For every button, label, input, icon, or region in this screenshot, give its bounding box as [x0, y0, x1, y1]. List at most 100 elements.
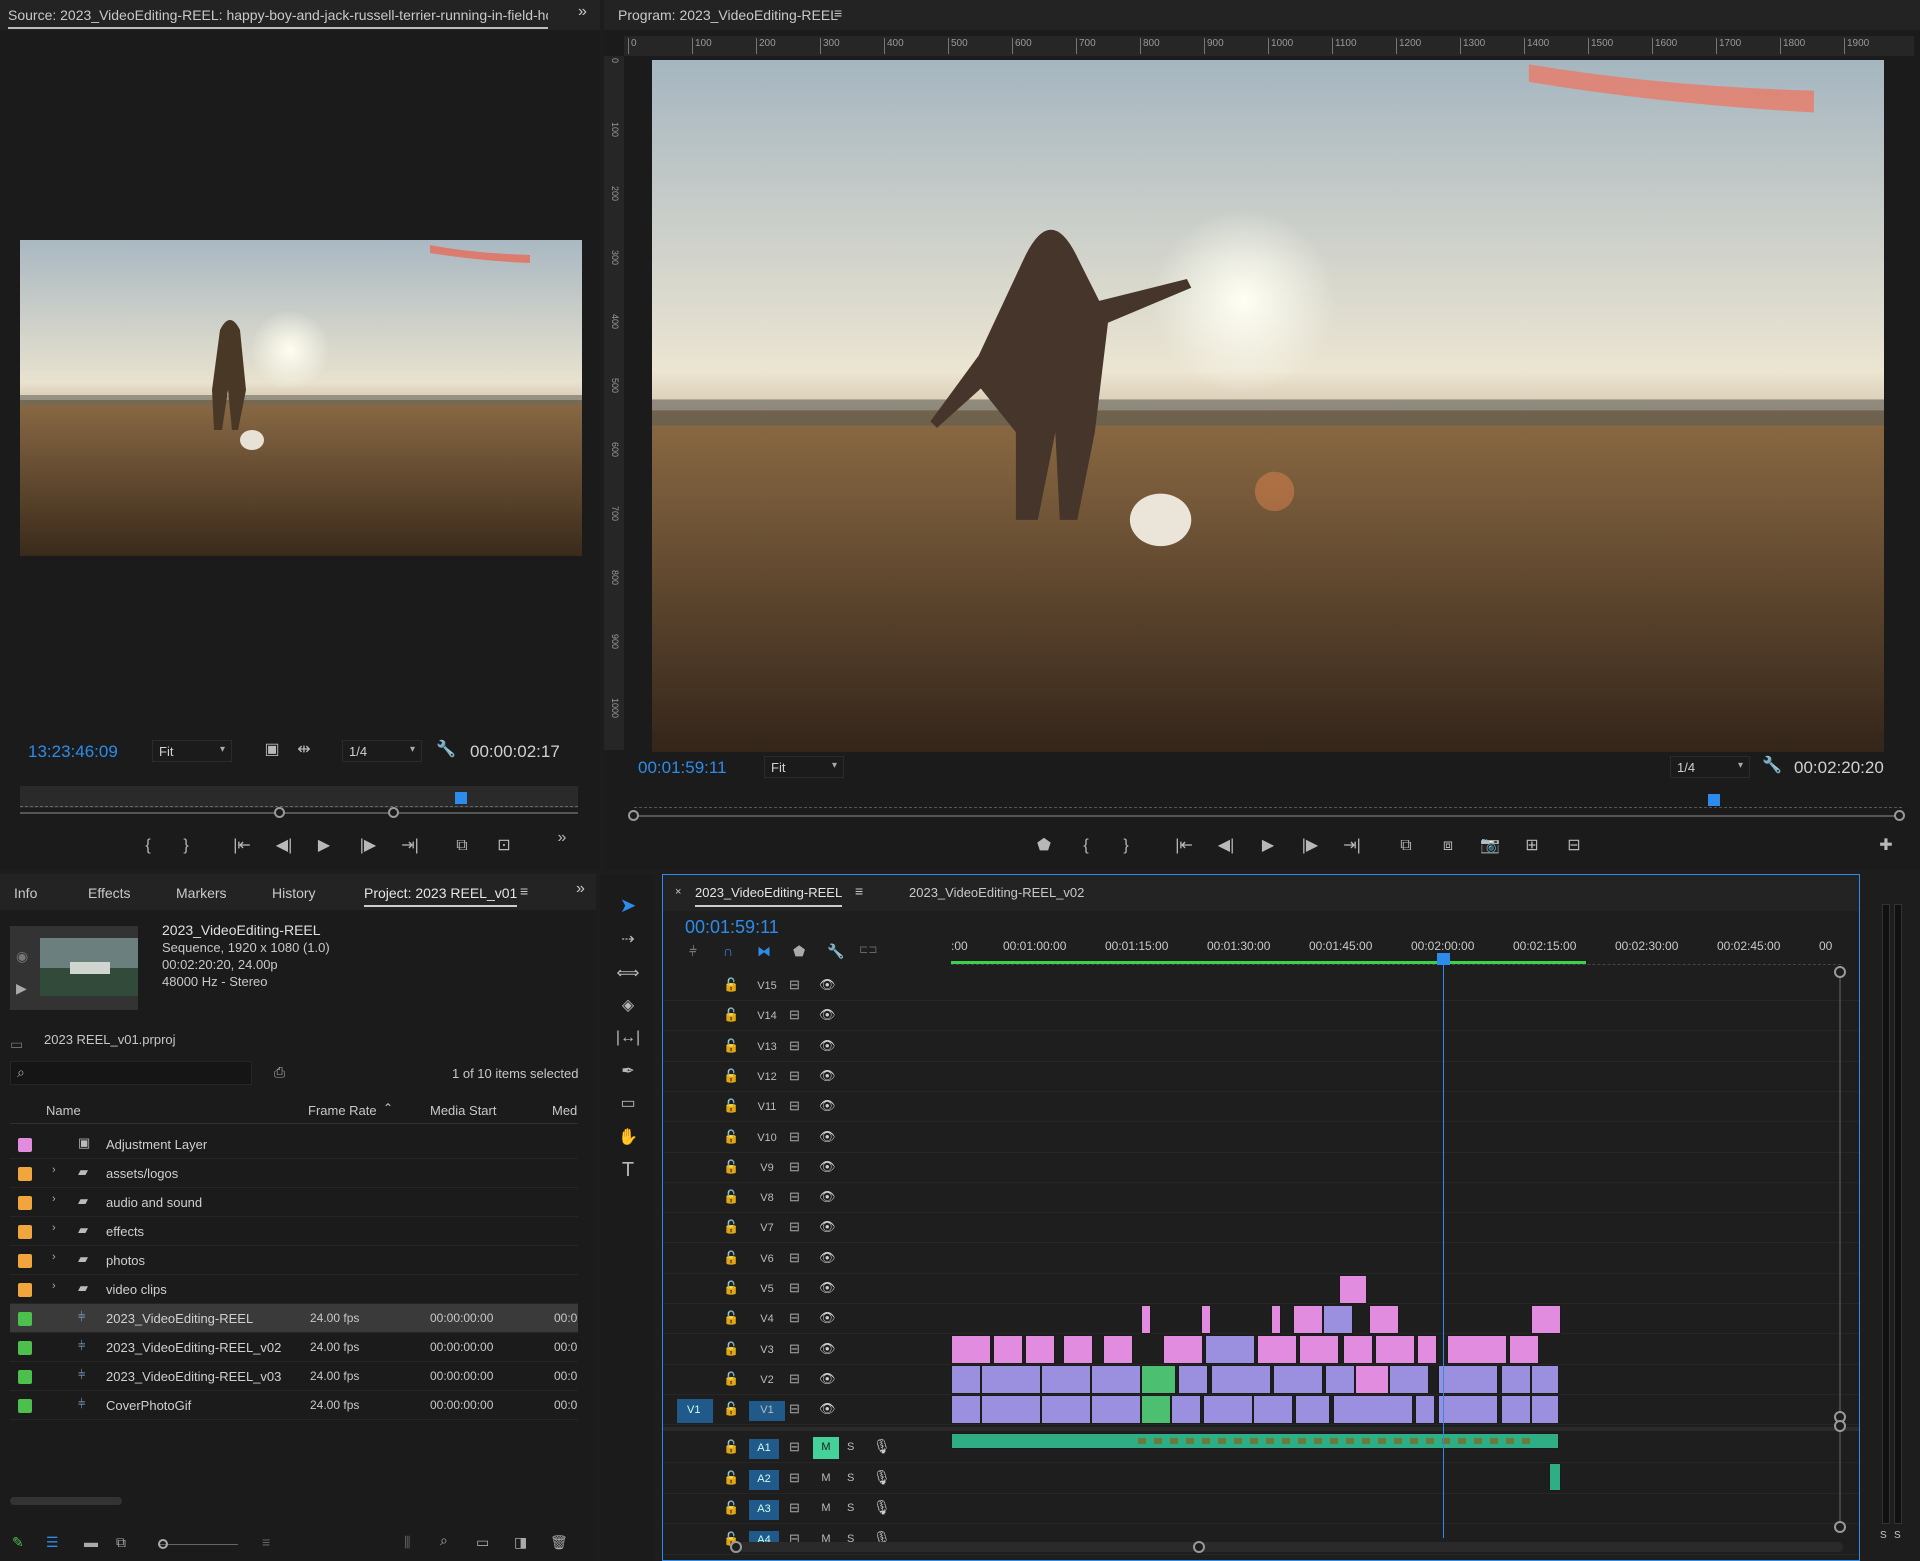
timeline-clip[interactable]: [1295, 1395, 1330, 1424]
track-label[interactable]: V7: [749, 1219, 785, 1239]
track-label[interactable]: V14: [749, 1007, 785, 1027]
timeline-clip[interactable]: [1141, 1305, 1151, 1334]
sync-lock-icon[interactable]: ⊟: [789, 1007, 800, 1023]
timeline-clip[interactable]: [1063, 1335, 1093, 1364]
go-to-out-icon[interactable]: ⇥|: [1338, 834, 1366, 858]
sync-lock-icon[interactable]: ⊟: [789, 1341, 800, 1357]
track-label[interactable]: V4: [749, 1310, 785, 1330]
source-timecode[interactable]: 13:23:46:09: [28, 742, 118, 762]
scroll-handle[interactable]: [1834, 1420, 1846, 1432]
horizontal-scrollbar[interactable]: [10, 1497, 122, 1505]
lock-icon[interactable]: 🔓: [723, 1470, 739, 1486]
lock-icon[interactable]: 🔓: [723, 1068, 739, 1084]
timeline-clip[interactable]: [1211, 1365, 1271, 1394]
scroll-handle-right[interactable]: [1193, 1541, 1205, 1553]
timeline-clip[interactable]: [1293, 1305, 1323, 1334]
timeline-clip[interactable]: [981, 1365, 1041, 1394]
track-label[interactable]: V11: [749, 1098, 785, 1118]
col-media-end[interactable]: Med: [552, 1103, 577, 1118]
type-tool-icon[interactable]: T: [614, 1158, 642, 1182]
lock-icon[interactable]: 🔓: [723, 1341, 739, 1357]
chevron-right-icon[interactable]: ›: [52, 1280, 56, 1292]
scroll-handle-left[interactable]: [730, 1541, 742, 1553]
timeline-clip[interactable]: [1091, 1365, 1141, 1394]
pencil-icon[interactable]: ✎: [12, 1534, 24, 1551]
lift-icon[interactable]: ⧉: [1392, 834, 1420, 858]
label-color-swatch[interactable]: [18, 1196, 32, 1210]
list-item[interactable]: › ▰ effects: [10, 1217, 578, 1246]
hand-tool-icon[interactable]: ✋: [614, 1126, 642, 1150]
lock-icon[interactable]: 🔓: [723, 977, 739, 993]
timeline-clip[interactable]: [1369, 1305, 1399, 1334]
microphone-icon[interactable]: 🎙: [873, 1438, 891, 1455]
timeline-clip[interactable]: [993, 1335, 1023, 1364]
timeline-clip[interactable]: [1415, 1395, 1435, 1424]
timeline-timecode[interactable]: 00:01:59:11: [685, 917, 779, 938]
program-timecode[interactable]: 00:01:59:11: [638, 758, 727, 778]
track-label[interactable]: V13: [749, 1038, 785, 1058]
program-title[interactable]: Program: 2023_VideoEditing-REEL: [618, 7, 838, 23]
timeline-clip[interactable]: [1205, 1335, 1255, 1364]
mute-button[interactable]: M: [813, 1498, 839, 1520]
list-item[interactable]: ▣ Adjustment Layer: [10, 1130, 578, 1159]
timeline-clip[interactable]: [1271, 1305, 1281, 1334]
track-label[interactable]: V15: [749, 977, 785, 997]
label-color-swatch[interactable]: [18, 1399, 32, 1413]
program-zoom-bar[interactable]: [628, 810, 1905, 821]
timeline-clip[interactable]: [1389, 1365, 1429, 1394]
label-color-swatch[interactable]: [18, 1341, 32, 1355]
label-color-swatch[interactable]: [18, 1167, 32, 1181]
sync-lock-icon[interactable]: ⊟: [789, 1401, 800, 1417]
timeline-clip[interactable]: [1339, 1275, 1367, 1304]
trash-icon[interactable]: 🗑: [550, 1534, 568, 1551]
sync-lock-icon[interactable]: ⊟: [789, 1371, 800, 1387]
lock-icon[interactable]: 🔓: [723, 1007, 739, 1023]
timeline-clip[interactable]: [1355, 1365, 1389, 1394]
list-view-icon[interactable]: ☰: [46, 1534, 59, 1551]
source-scrub-bar[interactable]: [20, 786, 578, 808]
program-resolution-dropdown[interactable]: 1/4 ▾: [1670, 756, 1750, 778]
timeline-clip[interactable]: [1531, 1395, 1559, 1424]
timeline-clip[interactable]: [1041, 1365, 1091, 1394]
mark-out-icon[interactable]: }: [172, 834, 200, 858]
export-frame-icon[interactable]: 📷: [1476, 834, 1504, 858]
source-patch-v1[interactable]: V1: [677, 1399, 713, 1424]
mute-button[interactable]: M: [813, 1468, 839, 1490]
freeform-view-icon[interactable]: ⧉: [116, 1534, 126, 1551]
lock-icon[interactable]: 🔓: [723, 1038, 739, 1054]
sync-lock-icon[interactable]: ⊟: [789, 1470, 800, 1486]
razor-tool-icon[interactable]: ◈: [614, 994, 642, 1018]
source-title[interactable]: Source: 2023_VideoEditing-REEL: happy-bo…: [8, 7, 548, 29]
go-to-out-icon[interactable]: ⇥|: [396, 834, 424, 858]
solo-button[interactable]: S: [847, 1441, 854, 1453]
tab-sequence-v02[interactable]: 2023_VideoEditing-REEL_v02: [909, 885, 1084, 900]
lock-icon[interactable]: 🔓: [723, 1280, 739, 1296]
extract-icon[interactable]: ⧈: [1434, 834, 1462, 858]
timeline-clip[interactable]: [1141, 1365, 1176, 1394]
track-label[interactable]: V3: [749, 1341, 785, 1361]
pen-tool-icon[interactable]: ✒: [614, 1060, 642, 1084]
vr-view-icon[interactable]: ⊟: [1560, 834, 1588, 858]
eye-icon[interactable]: 👁: [819, 1371, 836, 1387]
tab-history[interactable]: History: [272, 885, 316, 901]
timeline-clip[interactable]: [1025, 1335, 1055, 1364]
step-forward-icon[interactable]: |▶: [354, 834, 382, 858]
timeline-clip[interactable]: [1171, 1395, 1201, 1424]
insert-icon[interactable]: ⧉: [448, 834, 476, 858]
close-tab-icon[interactable]: ×: [675, 886, 681, 898]
panel-menu-icon[interactable]: ≡: [855, 883, 863, 899]
lock-icon[interactable]: 🔓: [723, 1401, 739, 1417]
sync-lock-icon[interactable]: ⊟: [789, 1500, 800, 1516]
sequence-thumbnail[interactable]: ◉ ▶: [10, 926, 138, 1010]
chevron-right-icon[interactable]: ›: [52, 1251, 56, 1263]
eye-icon[interactable]: 👁: [819, 1219, 836, 1235]
sync-lock-icon[interactable]: ⊟: [789, 1219, 800, 1235]
timeline-clip[interactable]: [1203, 1395, 1253, 1424]
vertical-scrollbar-video[interactable]: [1834, 966, 1846, 1423]
tab-markers[interactable]: Markers: [176, 885, 227, 901]
tab-effects[interactable]: Effects: [88, 885, 131, 901]
eye-icon[interactable]: 👁: [819, 1189, 836, 1205]
track-label[interactable]: A1: [749, 1439, 779, 1459]
panel-menu-icon[interactable]: ≡: [834, 5, 842, 21]
sync-lock-icon[interactable]: ⊟: [789, 1038, 800, 1054]
